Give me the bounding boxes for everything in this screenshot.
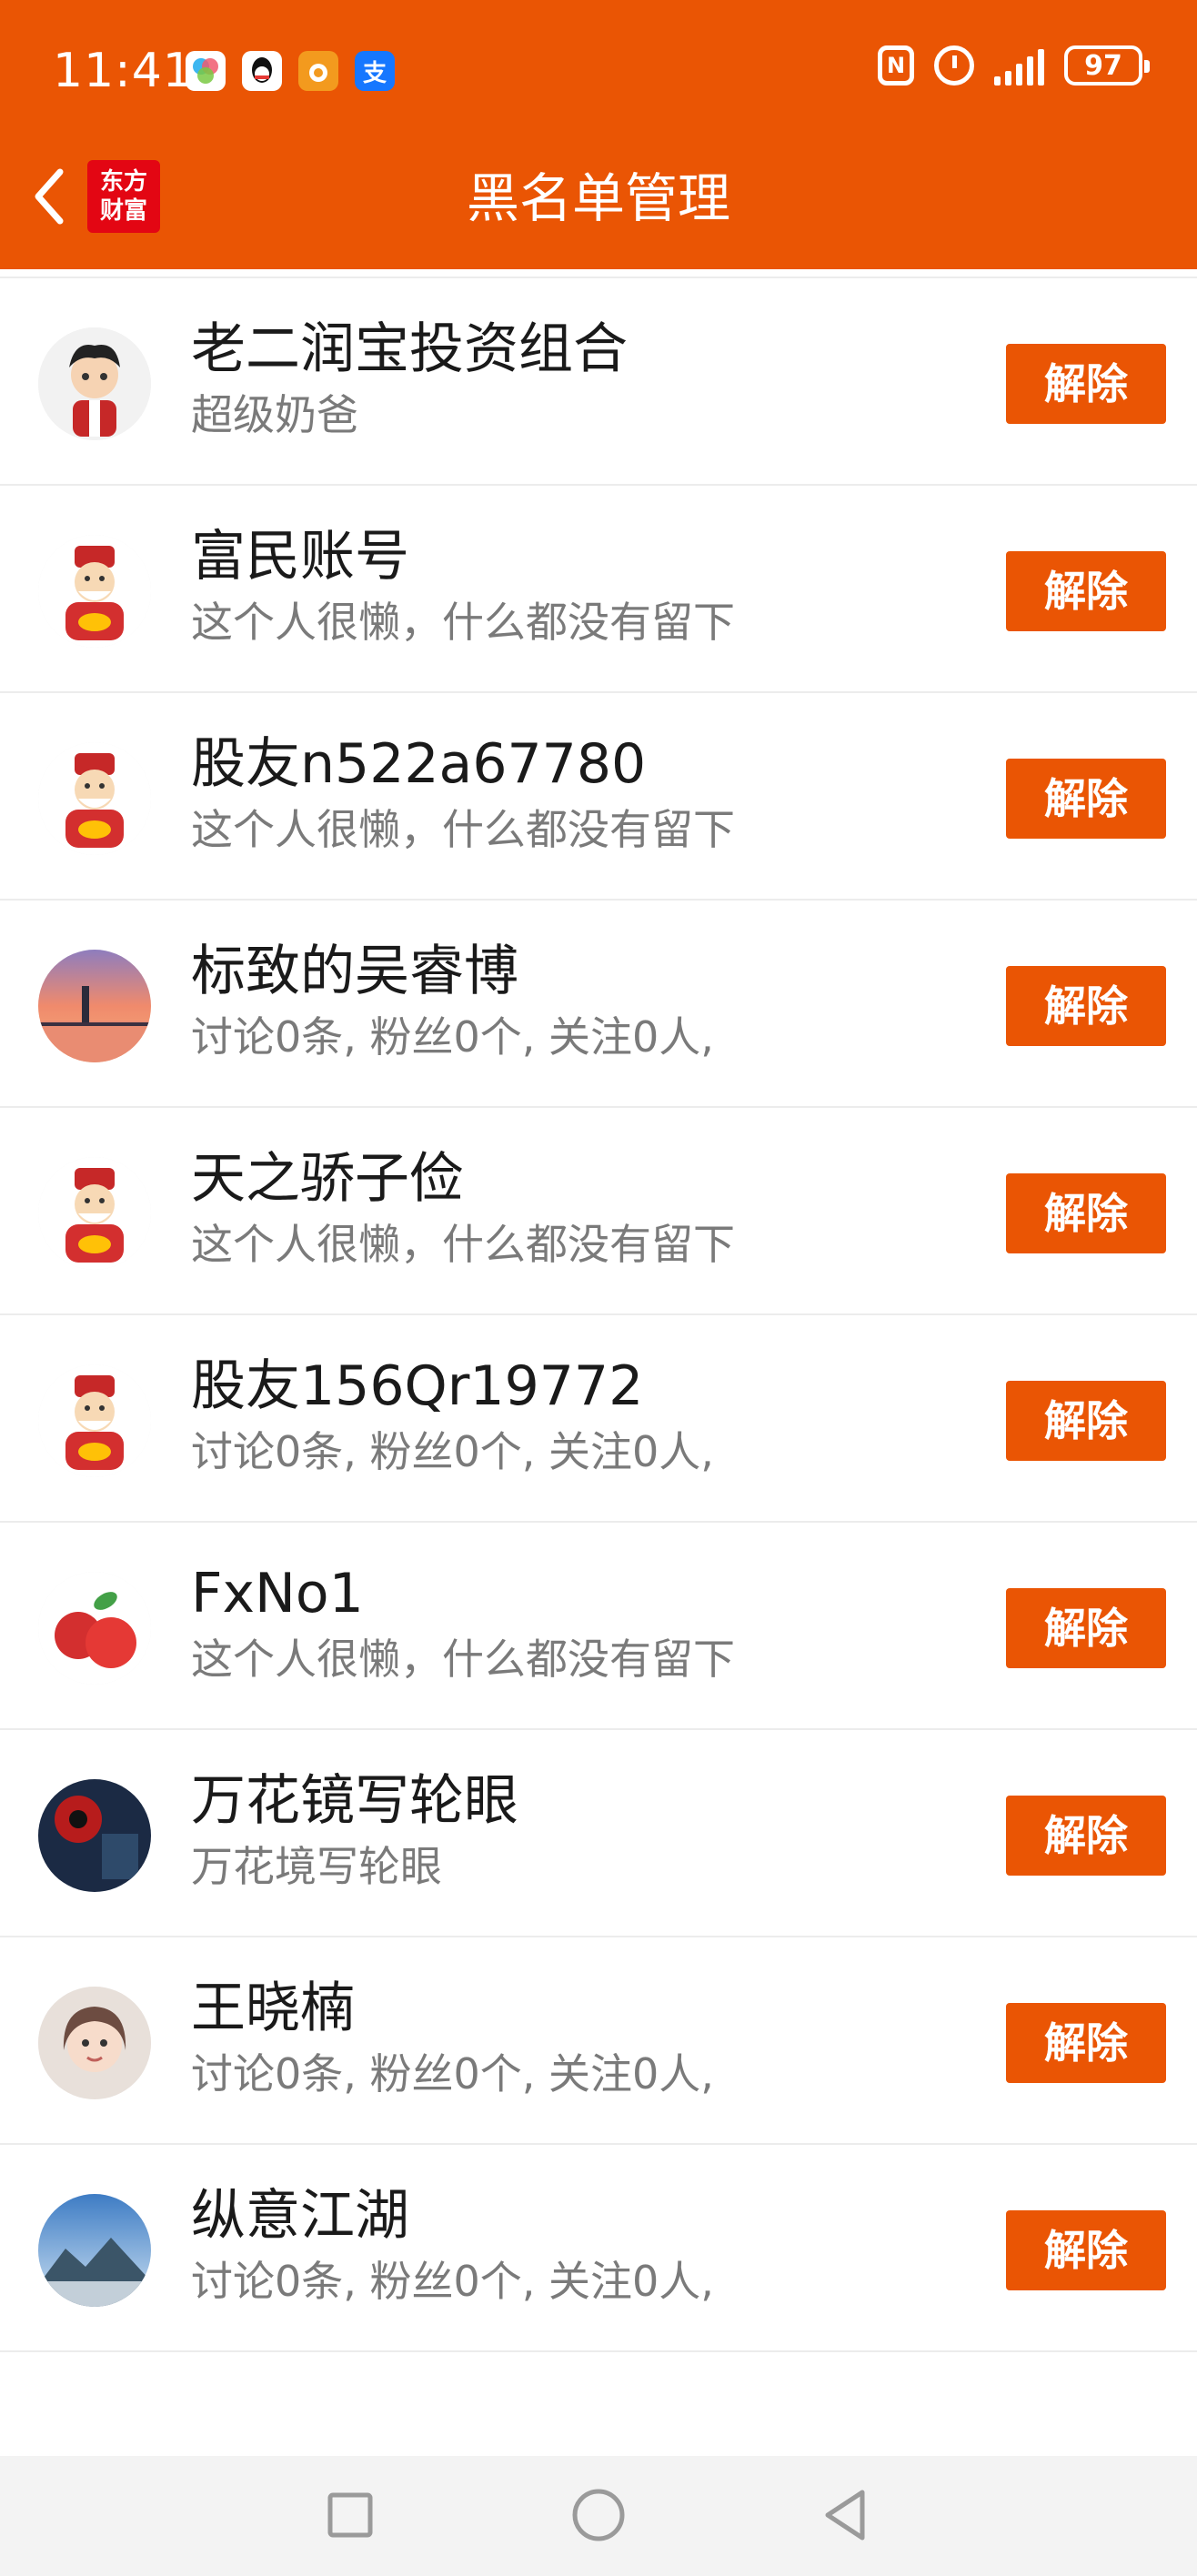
qq-icon	[242, 51, 282, 91]
unblock-button[interactable]: 解除	[1006, 344, 1166, 424]
user-name[interactable]: FxNo1	[191, 1557, 364, 1630]
user-name[interactable]: 老二润宝投资组合	[191, 313, 628, 386]
user-description: 讨论0条, 粉丝0个, 关注0人,	[191, 2049, 714, 2098]
user-name[interactable]: 万花镜写轮眼	[191, 1765, 518, 1837]
avatar[interactable]	[38, 535, 151, 648]
status-time: 11:41	[53, 44, 194, 98]
user-description: 讨论0条, 粉丝0个, 关注0人,	[191, 1427, 714, 1476]
user-name[interactable]: 标致的吴睿博	[191, 935, 518, 1008]
user-description: 这个人很懒，什么都没有留下	[191, 1635, 735, 1684]
avatar[interactable]	[38, 742, 151, 855]
alipay-icon: 支	[355, 51, 395, 91]
user-description: 这个人很懒，什么都没有留下	[191, 598, 735, 647]
user-description: 万花境写轮眼	[191, 1842, 442, 1891]
unblock-button[interactable]: 解除	[1006, 1796, 1166, 1876]
user-description: 讨论0条, 粉丝0个, 关注0人,	[191, 2257, 714, 2306]
home-button[interactable]	[567, 2483, 630, 2547]
avatar[interactable]	[38, 1779, 151, 1892]
unblock-button[interactable]: 解除	[1006, 2003, 1166, 2083]
blacklist-row: 王晓楠 讨论0条, 粉丝0个, 关注0人, 解除	[0, 1937, 1197, 2145]
avatar[interactable]	[38, 2194, 151, 2307]
system-icons: N 97	[878, 45, 1150, 86]
blacklist-row: 股友n522a67780 这个人很懒，什么都没有留下 解除	[0, 693, 1197, 901]
blacklist-row: 纵意江湖讨论0条, 粉丝0个, 关注0人, 解除	[0, 2145, 1197, 2352]
unblock-button[interactable]: 解除	[1006, 551, 1166, 631]
unblock-button[interactable]: 解除	[1006, 759, 1166, 839]
avatar[interactable]	[38, 1987, 151, 2099]
nfc-icon: N	[878, 45, 914, 86]
avatar[interactable]	[38, 1572, 151, 1685]
photo-app-icon	[186, 51, 226, 91]
blacklist-row: 老二润宝投资组合 超级奶爸 解除	[0, 278, 1197, 486]
user-name[interactable]: 王晓楠	[191, 1972, 355, 2045]
weibo-like-icon	[298, 51, 338, 91]
user-description: 这个人很懒，什么都没有留下	[191, 805, 735, 854]
user-name[interactable]: 天之骄子俭	[191, 1142, 464, 1215]
alarm-icon	[934, 45, 974, 86]
page-title: 黑名单管理	[466, 167, 730, 229]
battery-icon: 97	[1064, 45, 1150, 86]
unblock-button[interactable]: 解除	[1006, 966, 1166, 1046]
triangle-back-icon	[825, 2490, 865, 2541]
avatar[interactable]	[38, 327, 151, 440]
status-bar: 11:41 支 N 97	[0, 0, 1197, 146]
unblock-button[interactable]: 解除	[1006, 1381, 1166, 1461]
circle-icon	[572, 2489, 625, 2541]
blacklist-row: 富民账号这个人很懒，什么都没有留下 解除	[0, 486, 1197, 693]
signal-icon	[994, 45, 1044, 86]
user-name[interactable]: 股友156Qr19772	[191, 1350, 643, 1423]
user-name[interactable]: 纵意江湖	[191, 2179, 409, 2252]
blacklist-row: 天之骄子俭这个人很懒，什么都没有留下 解除	[0, 1108, 1197, 1315]
app-header: 11:41 支 N 97 东方 财富 黑名单管理	[0, 0, 1197, 269]
blacklist-row: 标致的吴睿博 讨论0条, 粉丝0个, 关注0人, 解除	[0, 901, 1197, 1108]
notification-icons: 支	[186, 51, 395, 91]
blacklist-row: FxNo1 这个人很懒，什么都没有留下 解除	[0, 1523, 1197, 1730]
unblock-button[interactable]: 解除	[1006, 2210, 1166, 2290]
unblock-button[interactable]: 解除	[1006, 1173, 1166, 1253]
user-description: 这个人很懒，什么都没有留下	[191, 1220, 735, 1269]
user-description: 讨论0条, 粉丝0个, 关注0人,	[191, 1012, 714, 1062]
square-icon	[327, 2492, 373, 2538]
avatar[interactable]	[38, 1157, 151, 1270]
user-name[interactable]: 股友n522a67780	[191, 728, 646, 800]
user-description: 超级奶爸	[191, 390, 358, 439]
avatar[interactable]	[38, 950, 151, 1062]
recent-apps-button[interactable]	[318, 2483, 382, 2547]
blacklist-row: 万花镜写轮眼万花境写轮眼 解除	[0, 1730, 1197, 1937]
blacklist-row: 股友156Qr19772 讨论0条, 粉丝0个, 关注0人, 解除	[0, 1315, 1197, 1523]
avatar[interactable]	[38, 1364, 151, 1477]
back-nav-button[interactable]	[815, 2483, 879, 2547]
unblock-button[interactable]: 解除	[1006, 1588, 1166, 1668]
system-nav-bar	[0, 2456, 1197, 2576]
user-name[interactable]: 富民账号	[191, 520, 409, 593]
